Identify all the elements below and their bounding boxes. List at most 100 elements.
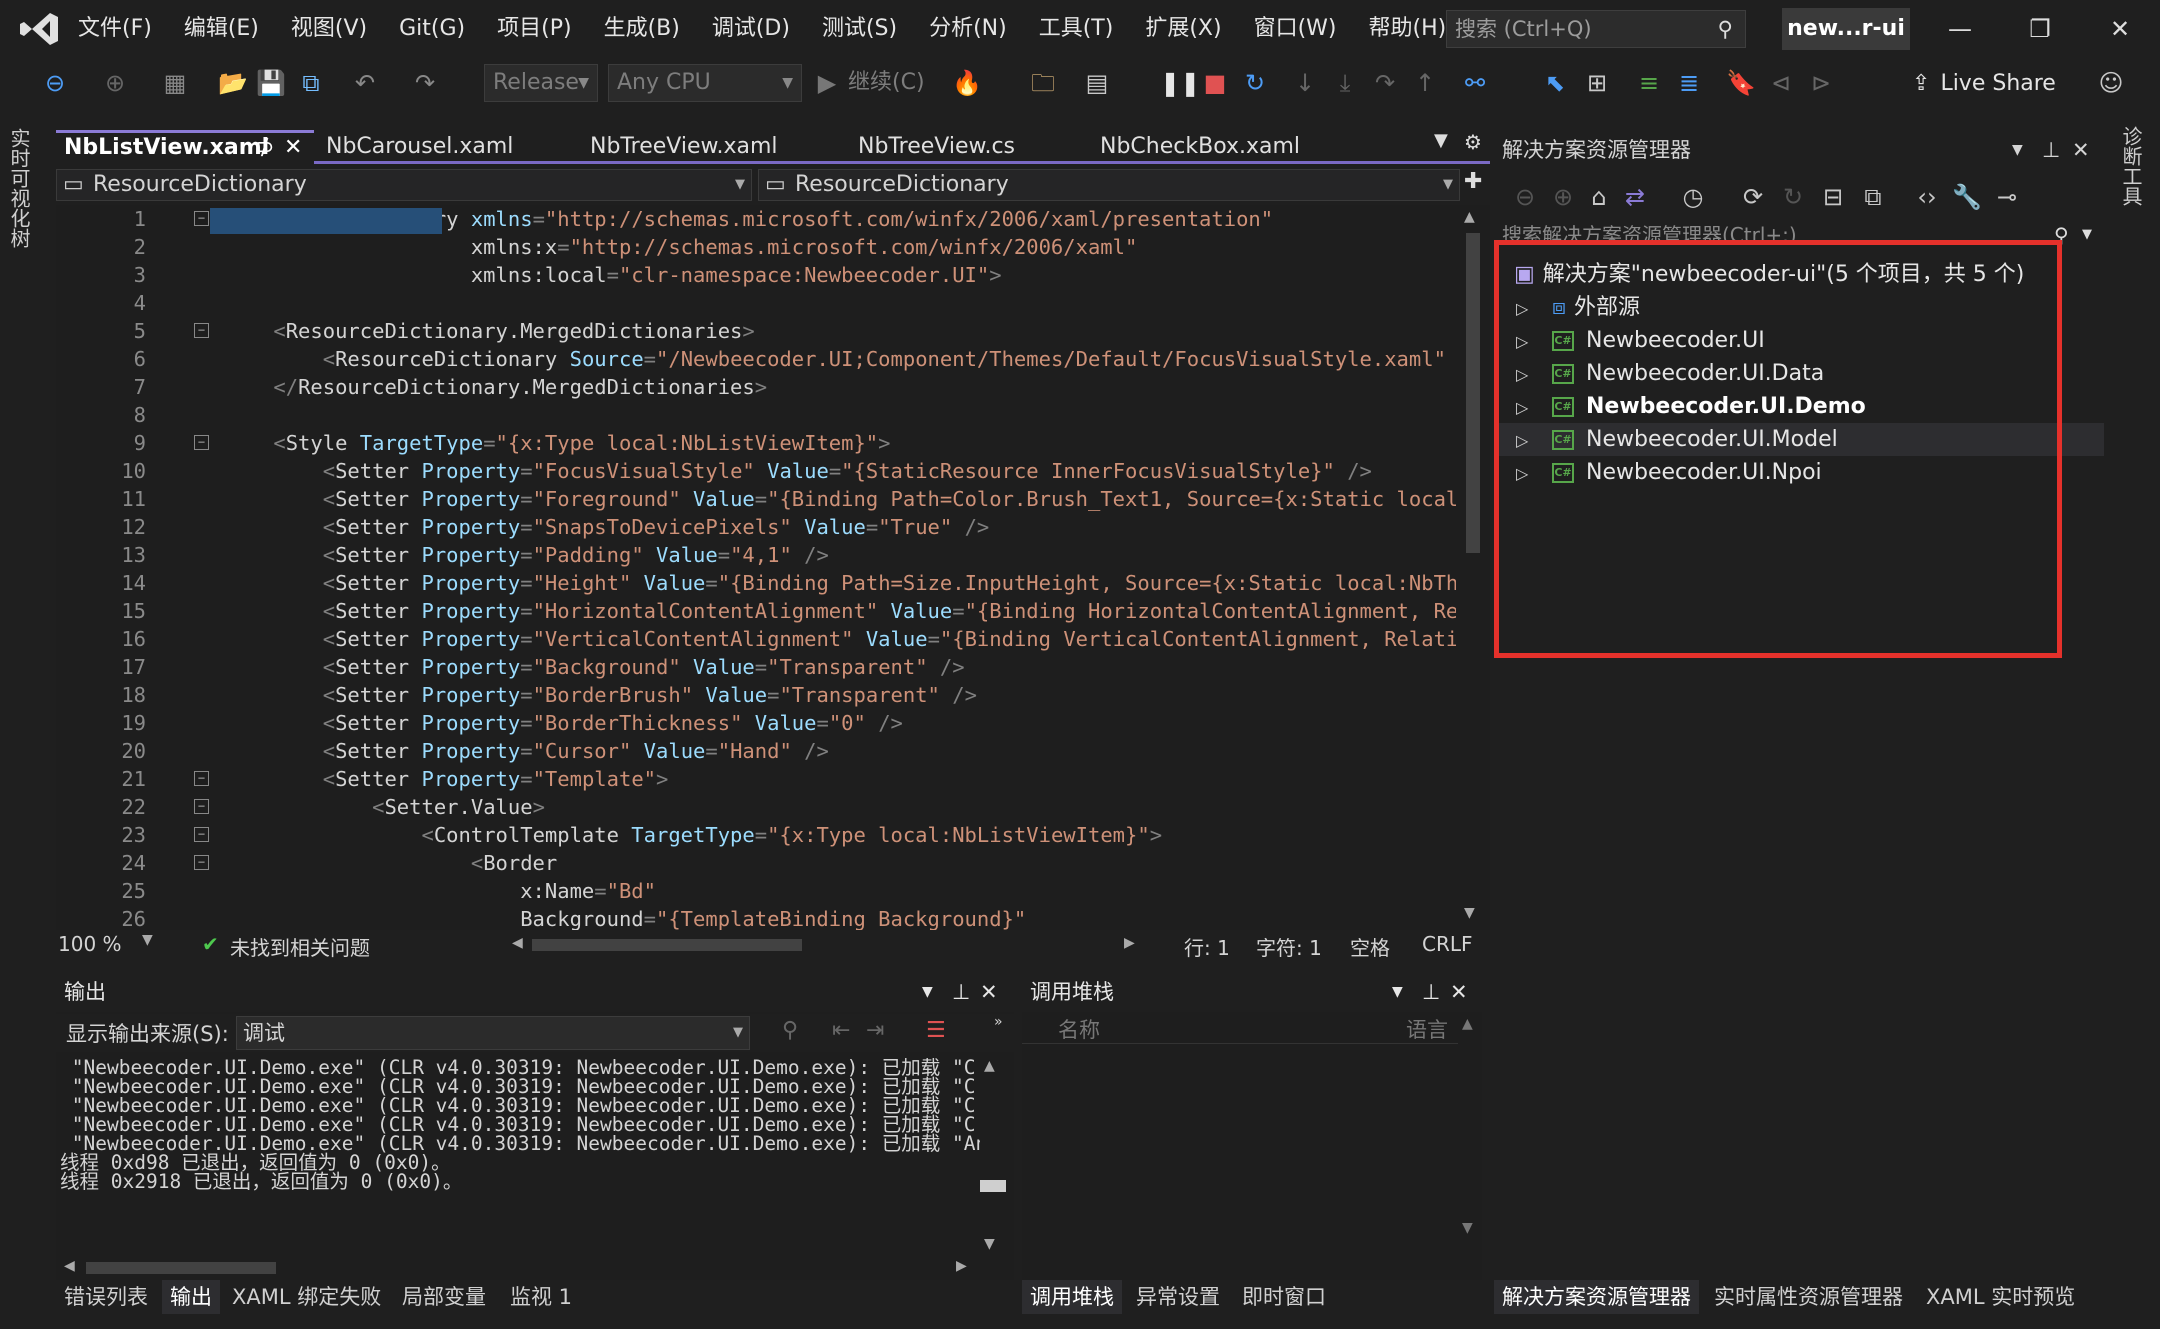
scroll-right-icon[interactable]: ▶ [1124,935,1135,951]
diagnostics-icon[interactable]: ⚯ [1460,68,1490,98]
prev-bookmark-icon[interactable]: ⊲ [1766,68,1796,98]
code-line[interactable]: 15 <Setter Property="HorizontalContentAl… [56,597,1456,625]
code-line[interactable]: 17 <Setter Property="Background" Value="… [56,653,1456,681]
indent-mode[interactable]: 空格 [1350,932,1390,961]
platform-dropdown[interactable]: Any CPU ▼ [608,64,802,102]
menu-item[interactable]: 编辑(E) [168,0,275,58]
code-line[interactable]: 25 x:Name="Bd" [56,877,1456,905]
pin-icon[interactable]: ⊥ [952,972,970,1012]
hot-reload-icon[interactable]: 🔥 [952,68,982,98]
minimize-button[interactable]: — [1920,0,2000,58]
scroll-left-icon[interactable]: ◀ [512,935,523,951]
indent-icon[interactable]: ≡ [1634,68,1664,98]
zoom-level[interactable]: 100 % [58,932,122,956]
close-icon[interactable]: ✕ [284,133,302,163]
chevron-down-icon[interactable]: ▼ [2082,220,2092,250]
code-line[interactable]: 8 [56,401,1456,429]
step-out-icon[interactable]: ↑ [1410,68,1440,98]
tab-nbcheckbox[interactable]: NbCheckBox.xaml [1092,130,1356,164]
code-line[interactable]: 6 <ResourceDictionary Source="/Newbeecod… [56,345,1456,373]
code-line[interactable]: 12 <Setter Property="SnapsToDevicePixels… [56,513,1456,541]
select-element-icon[interactable]: ⬉ [1540,68,1570,98]
chevron-down-icon[interactable]: ▼ [142,932,153,948]
tab-locals[interactable]: 局部变量 [394,1280,494,1314]
layout-icon[interactable]: ▤ [1082,68,1112,98]
menu-item[interactable]: 扩展(X) [1129,0,1237,58]
continue-button[interactable]: 继续(C) [848,68,925,98]
close-icon[interactable]: ✕ [980,972,998,1012]
next-message-icon[interactable]: ⇥ [866,1018,884,1043]
code-line[interactable]: 3 xmlns:local="clr-namespace:Newbeecoder… [56,261,1456,289]
editor-vertical-scrollbar[interactable]: ▲ ▼ [1456,205,1490,930]
switch-view-icon[interactable]: ⇄ [1620,182,1650,212]
code-line[interactable]: 14 <Setter Property="Height" Value="{Bin… [56,569,1456,597]
chevron-down-icon[interactable]: ▼ [1392,972,1403,1012]
fold-icon[interactable]: − [194,435,209,450]
column-name[interactable]: 名称 [1058,1014,1100,1044]
menu-item[interactable]: 调试(D) [696,0,806,58]
code-line[interactable]: 13 <Setter Property="Padding" Value="4,1… [56,541,1456,569]
code-line[interactable]: 26 Background="{TemplateBinding Backgrou… [56,905,1456,930]
tab-list-icon[interactable]: ▼ [1434,130,1448,151]
open-folder-icon[interactable]: 📂 [218,68,248,98]
fold-icon[interactable]: − [194,799,209,814]
refresh-icon[interactable]: ↻ [1778,182,1808,212]
char-number[interactable]: 字符: 1 [1256,932,1322,961]
pending-changes-icon[interactable]: ◷ [1678,182,1708,212]
preview-icon[interactable]: ⊸ [1992,182,2022,212]
code-line[interactable]: 16 <Setter Property="VerticalContentAlig… [56,625,1456,653]
close-window-button[interactable]: ✕ [2080,0,2160,58]
fold-icon[interactable]: − [194,827,209,842]
menu-item[interactable]: 文件(F) [62,0,168,58]
code-line[interactable]: 22 − <Setter.Value> [56,793,1456,821]
step-into-icon[interactable]: ↓ [1290,68,1320,98]
line-ending[interactable]: CRLF [1422,932,1473,956]
tab-callstack[interactable]: 调用堆栈 [1022,1280,1122,1314]
output-text[interactable]: "Newbeecoder.UI.Demo.exe" (CLR v4.0.3031… [60,1058,980,1248]
menu-item[interactable]: 视图(V) [275,0,383,58]
type-dropdown[interactable]: ▭ ResourceDictionary ▼ [56,169,752,201]
restart-icon[interactable]: ↻ [1240,68,1270,98]
line-number[interactable]: 行: 1 [1184,932,1230,961]
code-line[interactable]: 21 − <Setter Property="Template"> [56,765,1456,793]
scroll-thumb[interactable] [980,1180,1006,1192]
column-language[interactable]: 语言 [1406,1014,1448,1044]
chevron-down-icon[interactable]: ▼ [922,972,933,1012]
tab-live-property-explorer[interactable]: 实时属性资源管理器 [1706,1280,1911,1314]
code-line[interactable]: 9 − <Style TargetType="{x:Type local:NbLi… [56,429,1456,457]
tab-output[interactable]: 输出 [162,1280,220,1314]
tab-nblistview[interactable]: NbListView.xaml ⊅ ✕ [56,130,314,164]
new-project-icon[interactable]: ▦ [160,68,190,98]
tab-nbtreeview-xaml[interactable]: NbTreeView.xaml [582,130,846,164]
outdent-icon[interactable]: ≣ [1674,68,1704,98]
feedback-icon[interactable]: ☺ [2096,68,2126,98]
scroll-down-icon[interactable]: ▼ [1462,1220,1473,1236]
tree-icon[interactable]: ⊞ [1582,68,1612,98]
live-share-button[interactable]: ⇪ Live Share [1912,68,2056,98]
sync-icon[interactable]: ⟳ [1738,182,1768,212]
prev-message-icon[interactable]: ⇤ [832,1018,850,1043]
overflow-icon[interactable]: » [994,1014,1003,1030]
back-icon[interactable]: ⊖ [40,68,70,98]
fold-icon[interactable]: − [194,211,209,226]
restore-button[interactable]: ❐ [2000,0,2080,58]
issues-status[interactable]: 未找到相关问题 [230,932,370,961]
code-line[interactable]: 10 <Setter Property="FocusVisualStyle" V… [56,457,1456,485]
vs-logo-icon[interactable] [20,10,60,48]
scroll-up-icon[interactable]: ▲ [1464,209,1475,225]
back-icon[interactable]: ⊖ [1510,182,1540,212]
step-back-icon[interactable]: ↷ [1370,68,1400,98]
tab-immediate[interactable]: 即时窗口 [1234,1280,1334,1314]
fold-icon[interactable]: − [194,323,209,338]
tab-xaml-live-preview[interactable]: XAML 实时预览 [1918,1280,2083,1314]
pin-icon[interactable]: ⊅ [256,133,274,163]
code-line[interactable]: 4 [56,289,1456,317]
output-source-dropdown[interactable]: 调试 ▼ [236,1016,750,1050]
view-code-icon[interactable]: ‹› [1912,182,1942,212]
next-bookmark-icon[interactable]: ⊳ [1806,68,1836,98]
horizontal-scroll-thumb[interactable] [86,1262,276,1274]
show-all-icon[interactable]: ⧉ [1858,182,1888,212]
pause-icon[interactable]: ❚❚ [1160,68,1200,98]
save-all-icon[interactable]: ⧉ [296,68,326,98]
horizontal-scroll-thumb[interactable] [532,939,802,951]
